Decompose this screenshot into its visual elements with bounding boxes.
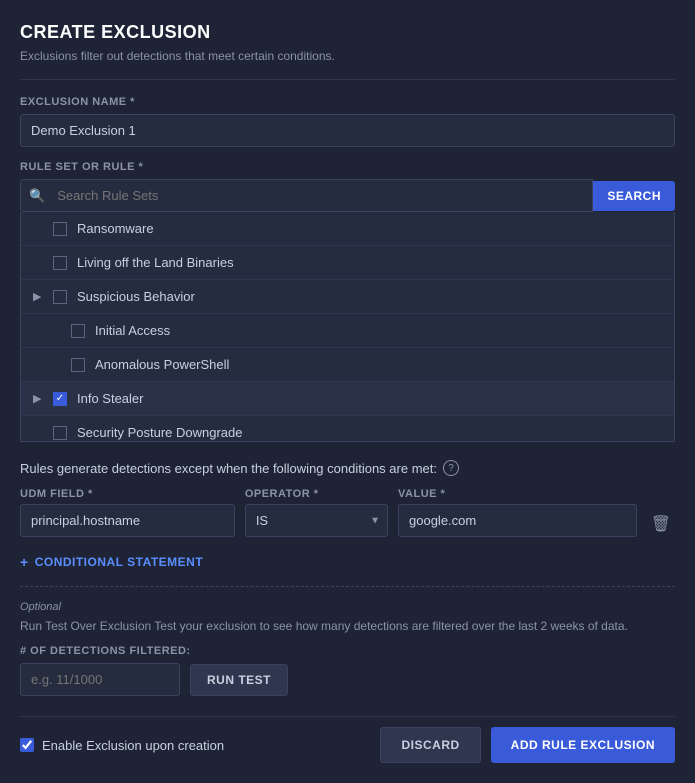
footer-row: Enable Exclusion upon creation DISCARD A…	[20, 716, 675, 763]
rule-label: Suspicious Behavior	[77, 289, 195, 304]
exclusion-name-label: EXCLUSION NAME *	[20, 96, 675, 108]
rule-checkbox-ransomware[interactable]	[53, 222, 67, 236]
optional-label: Optional	[20, 601, 675, 613]
chevron-icon: ▶	[33, 392, 45, 405]
page-container: CREATE EXCLUSION Exclusions filter out d…	[0, 0, 695, 783]
delete-condition-button[interactable]: 🗑	[647, 506, 675, 542]
rule-label: Living off the Land Binaries	[77, 255, 234, 270]
value-input[interactable]	[398, 504, 637, 537]
conditions-section: Rules generate detections except when th…	[20, 460, 675, 570]
detections-input[interactable]	[20, 663, 180, 696]
rule-label: Ransomware	[77, 221, 154, 236]
rule-label: Initial Access	[95, 323, 170, 338]
rule-checkbox-anomalous[interactable]	[71, 358, 85, 372]
search-button[interactable]: SEARCH	[593, 181, 675, 211]
page-subtitle: Exclusions filter out detections that me…	[20, 49, 675, 63]
operator-label: OPERATOR *	[245, 488, 388, 500]
search-input[interactable]	[53, 180, 592, 211]
rule-label: Info Stealer	[77, 391, 144, 406]
search-row: 🔍 SEARCH	[20, 179, 675, 212]
dashed-divider	[20, 586, 675, 587]
operator-select[interactable]: IS IS NOT CONTAINS STARTS WITH ENDS WITH	[245, 504, 388, 537]
list-item[interactable]: Anomalous PowerShell	[21, 348, 674, 382]
enable-checkbox-row: Enable Exclusion upon creation	[20, 738, 224, 753]
search-input-wrapper: 🔍	[20, 179, 593, 212]
rule-set-label: RULE SET OR RULE *	[20, 161, 675, 173]
list-item[interactable]: Living off the Land Binaries	[21, 246, 674, 280]
conditions-label: Rules generate detections except when th…	[20, 460, 675, 476]
rule-checkbox-living[interactable]	[53, 256, 67, 270]
rule-checkbox-initial[interactable]	[71, 324, 85, 338]
list-item[interactable]: Initial Access	[21, 314, 674, 348]
enable-exclusion-label: Enable Exclusion upon creation	[42, 738, 224, 753]
rule-label: Security Posture Downgrade	[77, 425, 242, 440]
udm-field-group: UDM FIELD *	[20, 488, 235, 537]
footer-buttons: DISCARD ADD RULE EXCLUSION	[380, 727, 675, 763]
udm-field-label: UDM FIELD *	[20, 488, 235, 500]
rule-label: Anomalous PowerShell	[95, 357, 229, 372]
value-label: VALUE *	[398, 488, 637, 500]
rule-checkbox-infostealer[interactable]	[53, 392, 67, 406]
rule-list: Ransomware Living off the Land Binaries …	[20, 212, 675, 442]
condition-fields-row: UDM FIELD * OPERATOR * IS IS NOT CONTAIN…	[20, 488, 675, 542]
header-divider	[20, 79, 675, 80]
run-test-description: Run Test Over Exclusion Test your exclus…	[20, 617, 675, 635]
discard-button[interactable]: DISCARD	[380, 727, 480, 763]
chevron-icon: ▶	[33, 290, 45, 303]
detections-label: # OF DETECTIONS FILTERED:	[20, 645, 675, 657]
value-field-group: VALUE *	[398, 488, 637, 537]
operator-select-wrapper: IS IS NOT CONTAINS STARTS WITH ENDS WITH…	[245, 504, 388, 537]
list-item[interactable]: ▶ Info Stealer	[21, 382, 674, 416]
search-icon: 🔍	[21, 188, 53, 204]
add-condition-button[interactable]: + CONDITIONAL STATEMENT	[20, 554, 675, 570]
udm-field-input[interactable]	[20, 504, 235, 537]
help-icon[interactable]: ?	[443, 460, 459, 476]
plus-icon: +	[20, 554, 29, 570]
run-test-button[interactable]: RUN TEST	[190, 664, 288, 696]
rule-checkbox-suspicious[interactable]	[53, 290, 67, 304]
list-item[interactable]: ▶ Suspicious Behavior	[21, 280, 674, 314]
run-test-row: RUN TEST	[20, 663, 675, 696]
operator-field-group: OPERATOR * IS IS NOT CONTAINS STARTS WIT…	[245, 488, 388, 537]
list-item[interactable]: Security Posture Downgrade	[21, 416, 674, 442]
enable-exclusion-checkbox[interactable]	[20, 738, 34, 752]
exclusion-name-input[interactable]	[20, 114, 675, 147]
rule-checkbox-security[interactable]	[53, 426, 67, 440]
list-item[interactable]: Ransomware	[21, 212, 674, 246]
add-exclusion-button[interactable]: ADD RULE EXCLUSION	[491, 727, 675, 763]
page-title: CREATE EXCLUSION	[20, 22, 675, 43]
